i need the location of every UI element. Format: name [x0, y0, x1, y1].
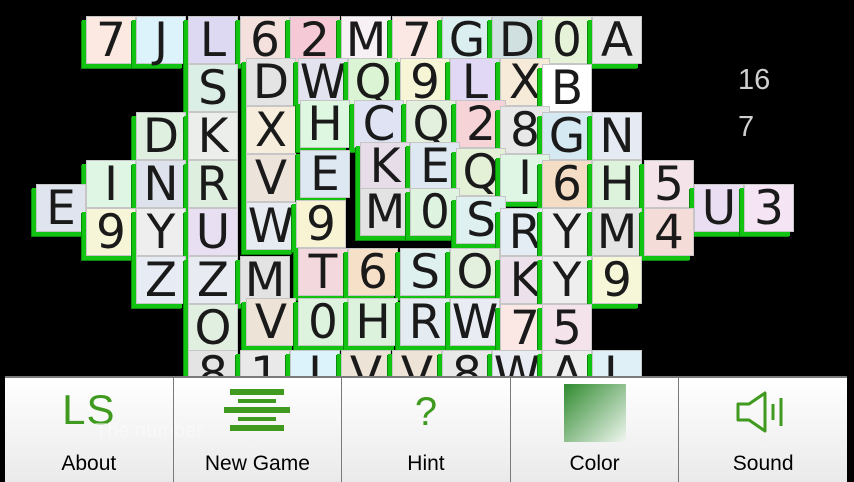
mahjong-tile[interactable]: Q	[456, 148, 506, 196]
speaker-icon	[736, 391, 783, 433]
mahjong-tile[interactable]: I	[86, 160, 136, 208]
mahjong-tile[interactable]: R	[400, 298, 450, 346]
mahjong-tile[interactable]: K	[188, 112, 238, 160]
mahjong-tile[interactable]: L	[188, 16, 238, 64]
mahjong-tile[interactable]: H	[592, 160, 642, 208]
mahjong-tile[interactable]: U	[694, 184, 744, 232]
mahjong-tile[interactable]: G	[542, 112, 592, 160]
mahjong-tile[interactable]: 3	[744, 184, 794, 232]
mahjong-tile[interactable]: 5	[542, 304, 592, 352]
mahjong-tile[interactable]: 2	[456, 100, 506, 148]
color-label: Color	[569, 452, 620, 475]
mahjong-tile[interactable]: S	[400, 248, 450, 296]
question-mark-icon: ?	[414, 390, 438, 434]
mahjong-tile[interactable]: Z	[136, 256, 186, 304]
mahjong-tile[interactable]: N	[592, 112, 642, 160]
mahjong-tile[interactable]: O	[188, 304, 238, 352]
mahjong-tile[interactable]: T	[298, 248, 348, 296]
mahjong-tile[interactable]: S	[188, 64, 238, 112]
game-board: 7JL62M7GD0ASDWQ9LXBDKXHCQ28GNINRVEKEQI6H…	[0, 0, 854, 400]
mahjong-tile[interactable]: 5	[644, 160, 694, 208]
mahjong-tile[interactable]: A	[592, 16, 642, 64]
toast-message: The number	[95, 420, 203, 442]
mahjong-tile[interactable]: S	[456, 196, 506, 244]
mahjong-tile[interactable]: W	[246, 202, 296, 250]
color-swatch-icon	[563, 384, 626, 442]
color-button[interactable]: Color	[510, 378, 680, 482]
mahjong-tile[interactable]: E	[36, 184, 86, 232]
mahjong-tile[interactable]: Y	[136, 208, 186, 256]
mahjong-tile[interactable]: W	[450, 298, 500, 346]
mahjong-tile[interactable]: M	[592, 208, 642, 256]
mahjong-tile[interactable]: 9	[86, 208, 136, 256]
mahjong-tile[interactable]: 9	[592, 256, 642, 304]
mahjong-tile[interactable]: 0	[298, 298, 348, 346]
mahjong-tile[interactable]: K	[360, 142, 410, 190]
mahjong-tile[interactable]: 0	[410, 188, 460, 236]
mahjong-tile[interactable]: O	[450, 248, 500, 296]
mahjong-tile[interactable]: Y	[542, 208, 592, 256]
mahjong-tile[interactable]: U	[188, 208, 238, 256]
mahjong-tile[interactable]: B	[542, 64, 592, 112]
available-moves-count: 7	[738, 111, 755, 143]
mahjong-tile[interactable]: H	[300, 100, 350, 148]
mahjong-tile[interactable]: 4	[644, 208, 694, 256]
mahjong-tile[interactable]: N	[136, 160, 186, 208]
hint-button[interactable]: ? Hint	[342, 378, 511, 482]
mahjong-tile[interactable]: H	[348, 298, 398, 346]
mahjong-tile[interactable]: J	[136, 16, 186, 64]
about-label: About	[61, 452, 117, 475]
sound-label: Sound	[732, 452, 794, 475]
mahjong-tile[interactable]: D	[136, 112, 186, 160]
mahjong-tile[interactable]: V	[246, 298, 296, 346]
mahjong-tile[interactable]: 7	[86, 16, 136, 64]
mahjong-tile[interactable]: V	[246, 154, 296, 202]
stacked-lines-icon	[224, 389, 291, 431]
mahjong-tile[interactable]: R	[188, 160, 238, 208]
mahjong-tile[interactable]: X	[246, 106, 296, 154]
mahjong-tile[interactable]: 9	[296, 200, 346, 248]
new-game-label: New Game	[204, 452, 310, 475]
mahjong-tile[interactable]: E	[300, 150, 350, 198]
mahjong-tile[interactable]: Z	[188, 256, 238, 304]
mahjong-tile[interactable]: Y	[542, 256, 592, 304]
mahjong-tile[interactable]: 6	[542, 160, 592, 208]
mahjong-tile[interactable]: 6	[348, 248, 398, 296]
mahjong-tile[interactable]: M	[360, 188, 410, 236]
mahjong-tile[interactable]: 0	[542, 16, 592, 64]
hint-label: Hint	[407, 452, 445, 475]
mahjong-tile[interactable]: D	[246, 58, 296, 106]
sound-button[interactable]: Sound	[679, 378, 847, 482]
tiles-remaining-count: 16	[738, 64, 771, 96]
mahjong-tile[interactable]: E	[410, 142, 460, 190]
stats-panel: 16 7	[738, 60, 770, 154]
